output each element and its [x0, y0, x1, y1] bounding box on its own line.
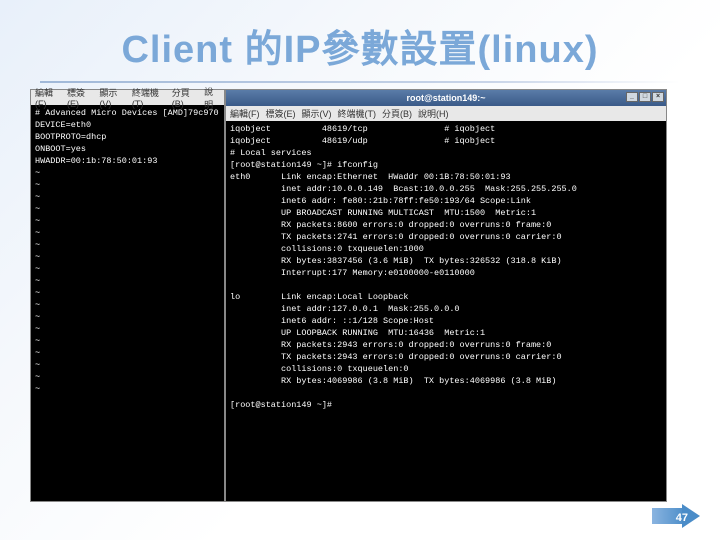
menu-tabs[interactable]: 分頁(B) [172, 86, 198, 109]
menu-terminal[interactable]: 終端機(T) [132, 86, 166, 109]
menu-edit[interactable]: 標簽(E) [266, 107, 296, 120]
menu-terminal[interactable]: 終端機(T) [338, 107, 377, 120]
menu-help[interactable]: 說明(H) [418, 107, 449, 120]
menu-edit[interactable]: 標簽(E) [67, 86, 93, 109]
menu-file[interactable]: 編輯(F) [35, 86, 61, 109]
minimize-button[interactable]: _ [626, 92, 638, 102]
menu-file[interactable]: 編輯(F) [230, 107, 260, 120]
terminal-left-window: 編輯(F) 標簽(E) 顯示(V) 終端機(T) 分頁(B) 說明 # Adva… [30, 89, 225, 502]
terminal-right-window: root@station149:~ _ □ × 編輯(F) 標簽(E) 顯示(V… [225, 89, 667, 502]
slide-title: Client 的IP參數設置(linux) [0, 0, 720, 81]
terminal-left-content[interactable]: # Advanced Micro Devices [AMD]79c970 DEV… [31, 105, 224, 485]
menu-tabs[interactable]: 分頁(B) [382, 107, 412, 120]
footer-arrow-icon [640, 504, 700, 528]
titlebar-text: root@station149:~ [406, 93, 485, 103]
terminal-container: 編輯(F) 標簽(E) 顯示(V) 終端機(T) 分頁(B) 說明 # Adva… [30, 89, 690, 502]
title-underline [40, 81, 680, 83]
close-button[interactable]: × [652, 92, 664, 102]
maximize-button[interactable]: □ [639, 92, 651, 102]
terminal-right-menubar: 編輯(F) 標簽(E) 顯示(V) 終端機(T) 分頁(B) 說明(H) [226, 106, 666, 121]
terminal-right-content[interactable]: iqobject 48619/tcp # iqobject iqobject 4… [226, 121, 666, 501]
terminal-right-titlebar: root@station149:~ _ □ × [226, 90, 666, 106]
menu-view[interactable]: 顯示(V) [99, 86, 125, 109]
page-number: 47 [676, 512, 688, 524]
menu-view[interactable]: 顯示(V) [302, 107, 332, 120]
terminal-left-menubar: 編輯(F) 標簽(E) 顯示(V) 終端機(T) 分頁(B) 說明 [31, 90, 224, 105]
window-controls: _ □ × [626, 92, 664, 102]
